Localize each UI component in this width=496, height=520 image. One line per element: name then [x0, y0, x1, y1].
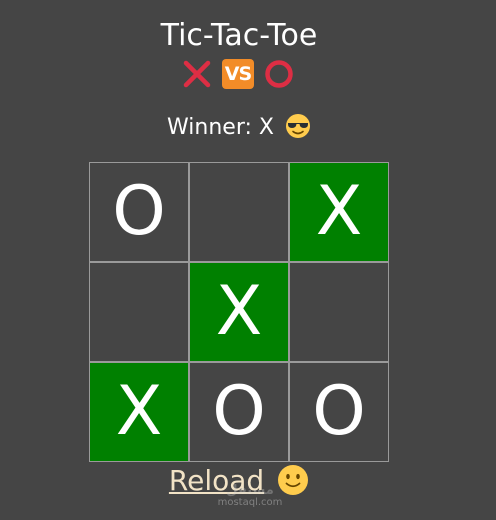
- board-cell-5[interactable]: X: [189, 262, 289, 362]
- board-cell-7[interactable]: X: [89, 362, 189, 462]
- watermark-logo: مستقل: [226, 483, 274, 498]
- board-cell-8[interactable]: O: [189, 362, 289, 462]
- board-cell-3[interactable]: X: [289, 162, 389, 262]
- board-cell-2[interactable]: [189, 162, 289, 262]
- board-cell-4[interactable]: [89, 262, 189, 362]
- watermark-site: mostaql.com: [217, 497, 283, 508]
- board-cell-1[interactable]: O: [89, 162, 189, 262]
- vs-badge: VS: [222, 59, 254, 89]
- players-vs-row: VS: [180, 57, 300, 91]
- watermark: مستقل mostaql.com: [190, 483, 310, 509]
- cross-mark-icon: [183, 60, 211, 88]
- board-cell-9[interactable]: O: [289, 362, 389, 462]
- sunglasses-face-icon: [285, 114, 310, 138]
- game-board: O X X X O O: [89, 162, 389, 462]
- board-cell-6[interactable]: [289, 262, 389, 362]
- game-title: Tic-Tac-Toe: [160, 18, 318, 53]
- winner-text: Winner: X: [167, 115, 274, 140]
- game-status: Winner: X: [0, 113, 478, 143]
- heavy-circle-icon: [265, 60, 293, 88]
